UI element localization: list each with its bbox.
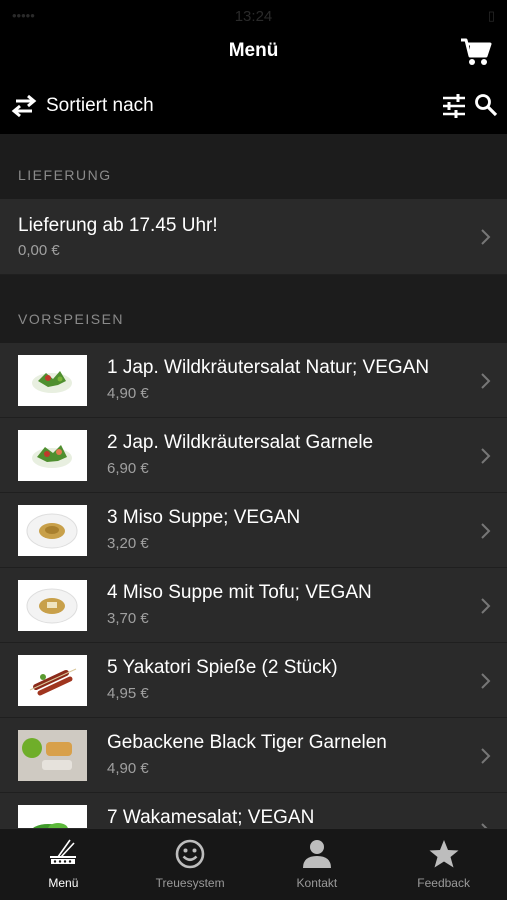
navigation-bar: Menü xyxy=(0,30,507,74)
chopsticks-bowl-icon xyxy=(50,839,77,864)
battery-icon: ▯ xyxy=(487,8,495,23)
chevron-right-icon xyxy=(481,598,491,614)
chevron-right-icon xyxy=(481,229,491,245)
item-title: 2 Jap. Wildkräutersalat Garnele xyxy=(107,432,374,453)
item-price: 3,20 € xyxy=(107,535,149,552)
item-title: 5 Yakatori Spieße (2 Stück) xyxy=(107,657,338,678)
chevron-right-icon xyxy=(481,373,491,389)
dish-thumbnail xyxy=(18,505,87,556)
list-item[interactable]: 4 Miso Suppe mit Tofu; VEGAN 3,70 € xyxy=(0,568,507,643)
tab-label: Kontakt xyxy=(296,876,338,890)
item-title: Gebackene Black Tiger Garnelen xyxy=(107,732,387,753)
section-header-label: LIEFERUNG xyxy=(18,167,112,183)
list-item[interactable]: 1 Jap. Wildkräutersalat Natur; VEGAN 4,9… xyxy=(0,343,507,418)
section-header-lieferung: LIEFERUNG xyxy=(0,134,507,199)
sort-button[interactable]: Sortiert nach xyxy=(10,90,154,122)
status-bar: ••••• 13:24 ▯ xyxy=(0,0,507,30)
item-title: Lieferung ab 17.45 Uhr! xyxy=(18,215,218,236)
tab-label: Treuesystem xyxy=(155,876,225,890)
dish-thumbnail xyxy=(18,805,87,828)
list-item[interactable]: 5 Yakatori Spieße (2 Stück) 4,95 € xyxy=(0,643,507,718)
cart-icon[interactable] xyxy=(459,36,493,68)
list-item[interactable]: 7 Wakamesalat; VEGAN xyxy=(0,793,507,828)
dish-thumbnail xyxy=(18,355,87,406)
dish-thumbnail xyxy=(18,580,87,631)
dish-thumbnail xyxy=(18,430,87,481)
item-title: 4 Miso Suppe mit Tofu; VEGAN xyxy=(107,582,372,603)
chevron-right-icon xyxy=(481,448,491,464)
tab-label: Feedback xyxy=(417,876,470,890)
swap-arrows-icon xyxy=(11,94,37,118)
item-price: 4,90 € xyxy=(107,760,149,777)
item-price: 4,90 € xyxy=(107,385,149,402)
list-item[interactable]: 2 Jap. Wildkräutersalat Garnele 6,90 € xyxy=(0,418,507,493)
item-title: 1 Jap. Wildkräutersalat Natur; VEGAN xyxy=(107,357,430,378)
item-price: 4,95 € xyxy=(107,685,149,702)
item-title: 3 Miso Suppe; VEGAN xyxy=(107,507,301,528)
tab-treuesystem[interactable]: Treuesystem xyxy=(127,829,254,900)
status-time: 13:24 xyxy=(234,8,273,25)
chevron-right-icon xyxy=(481,673,491,689)
sort-label: Sortiert nach xyxy=(46,95,154,116)
tab-label: Menü xyxy=(48,876,79,890)
tab-menu[interactable]: Menü xyxy=(0,829,127,900)
dish-thumbnail xyxy=(18,730,87,781)
tab-kontakt[interactable]: Kontakt xyxy=(254,829,381,900)
search-icon[interactable] xyxy=(474,93,498,117)
person-icon xyxy=(302,840,331,868)
tab-feedback[interactable]: Feedback xyxy=(380,829,507,900)
section-header-vorspeisen: VORSPEISEN xyxy=(0,275,507,343)
star-icon xyxy=(429,840,459,868)
item-price: 3,70 € xyxy=(107,610,149,627)
menu-list[interactable]: LIEFERUNG Lieferung ab 17.45 Uhr! 0,00 €… xyxy=(0,134,507,828)
list-item[interactable]: Lieferung ab 17.45 Uhr! 0,00 € xyxy=(0,199,507,275)
tab-bar: Menü Treuesystem Kontakt Feedback xyxy=(0,828,507,900)
filter-sliders-icon[interactable] xyxy=(441,93,467,119)
sort-bar: Sortiert nach xyxy=(0,78,507,134)
smiley-icon xyxy=(175,839,205,869)
list-item[interactable]: Gebackene Black Tiger Garnelen 4,90 € xyxy=(0,718,507,793)
list-item[interactable]: 3 Miso Suppe; VEGAN 3,20 € xyxy=(0,493,507,568)
page-title: Menü xyxy=(228,40,279,61)
section-header-label: VORSPEISEN xyxy=(18,311,125,327)
item-price: 6,90 € xyxy=(107,460,149,477)
chevron-right-icon xyxy=(481,523,491,539)
chevron-right-icon xyxy=(481,748,491,764)
item-title: 7 Wakamesalat; VEGAN xyxy=(107,807,315,828)
dish-thumbnail xyxy=(18,655,87,706)
item-price: 0,00 € xyxy=(18,242,60,259)
